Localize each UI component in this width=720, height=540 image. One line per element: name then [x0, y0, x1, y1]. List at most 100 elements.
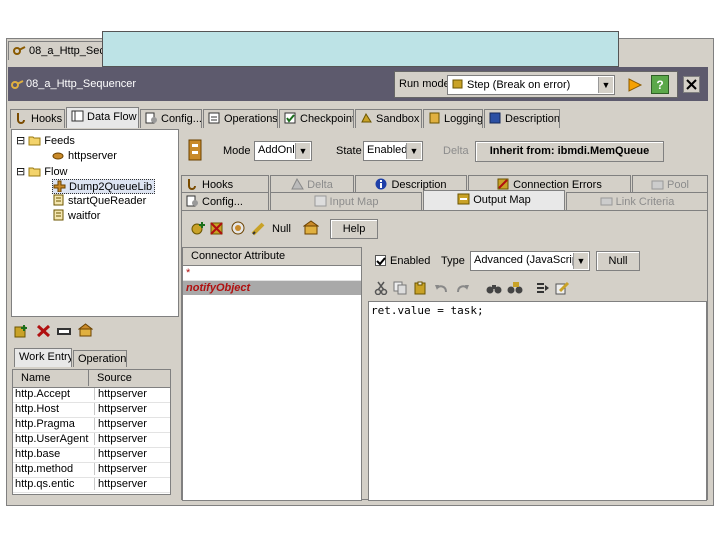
map-icon: [314, 195, 327, 207]
redo-icon[interactable]: [456, 281, 470, 298]
add-component-icon[interactable]: [14, 324, 29, 341]
type-select[interactable]: Advanced (JavaScript) ▼: [470, 251, 590, 271]
cell-source: httpserver: [98, 448, 147, 460]
tab-hooks[interactable]: Hooks: [10, 109, 65, 128]
chevron-down-icon: ▼: [295, 143, 310, 159]
enabled-checkbox[interactable]: [375, 255, 386, 266]
state-select[interactable]: Enabled ▼: [363, 141, 423, 161]
close-icon[interactable]: [683, 76, 700, 93]
help-button[interactable]: Help: [330, 219, 378, 239]
flow-tree: ⊟ Feeds httpserver ⊟ Flow Dump2QueueLib …: [11, 129, 179, 317]
tab-bottom-operations[interactable]: Operations: [73, 350, 127, 367]
page-title: 08_a_Http_Sequencer: [26, 78, 137, 90]
paste-icon[interactable]: [413, 281, 427, 298]
map-icon: [457, 193, 470, 205]
type-value: Advanced (JavaScript): [474, 254, 585, 266]
attribute-list: Connector Attribute * notifyObject: [182, 247, 362, 501]
tab-work-entry[interactable]: Work Entry: [14, 348, 72, 367]
inherit-button[interactable]: Inherit from: ibmdi.MemQueue: [475, 141, 664, 162]
script-editor[interactable]: ret.value = task;: [368, 301, 707, 501]
document-tab[interactable]: 08_a_Http_Secu: [8, 41, 106, 60]
edit-script-icon[interactable]: [555, 281, 570, 298]
conn-tab-hooks[interactable]: Hooks: [181, 175, 269, 192]
script-text[interactable]: ret.value = task;: [371, 304, 484, 317]
library-icon[interactable]: [302, 220, 320, 239]
table-row[interactable]: http.Accept httpserver: [13, 388, 170, 403]
pool-icon: [651, 178, 664, 190]
cell-source: httpserver: [98, 433, 147, 445]
column-header-source[interactable]: Source: [89, 370, 132, 386]
collapse-icon: ⊟: [16, 135, 26, 147]
connector-icon: [52, 149, 65, 161]
link-icon: [600, 195, 613, 207]
cell-name: http.method: [13, 463, 95, 475]
type-label: Type: [441, 255, 465, 267]
info-icon: [375, 178, 388, 190]
tab-checkpoint[interactable]: Checkpoint: [279, 109, 354, 128]
checkpoint-icon: [284, 112, 297, 124]
run-mode-select[interactable]: Step (Break on error) ▼: [447, 75, 615, 95]
key-icon: [11, 78, 24, 90]
find-icon[interactable]: [486, 281, 502, 298]
tree-item-startquereader[interactable]: startQueReader: [52, 194, 146, 207]
chevron-down-icon: ▼: [598, 77, 613, 93]
cell-name: http.UserAgent: [13, 433, 95, 445]
config-icon: [145, 112, 158, 124]
table-row[interactable]: http.Host httpserver: [13, 403, 170, 418]
folder-icon: [28, 134, 41, 146]
attribute-list-header[interactable]: Connector Attribute: [183, 248, 361, 266]
document-tab-label: 08_a_Http_Secu: [29, 45, 106, 57]
table-row[interactable]: http.qs.entic httpserver: [13, 478, 170, 493]
tab-sandbox[interactable]: Sandbox: [355, 109, 422, 128]
run-mode-value: Step (Break on error): [467, 79, 571, 91]
state-value: Enabled: [367, 144, 408, 156]
mode-select[interactable]: AddOnly ▼: [254, 141, 312, 161]
column-header-name[interactable]: Name: [13, 370, 89, 386]
table-row[interactable]: http.UserAgent httpserver: [13, 433, 170, 448]
attribute-row-star[interactable]: *: [183, 266, 361, 281]
schema-icon[interactable]: [231, 221, 246, 239]
pencil-icon[interactable]: [251, 221, 266, 239]
tab-description[interactable]: Description: [484, 109, 560, 128]
table-row[interactable]: http.method httpserver: [13, 463, 170, 478]
key-icon: [13, 44, 26, 56]
tab-config[interactable]: Config...: [140, 109, 202, 128]
conn-tab-output-map[interactable]: Output Map: [423, 190, 565, 210]
null-label[interactable]: Null: [272, 223, 291, 235]
conn-tab-pool[interactable]: Pool: [632, 175, 708, 192]
tab-data-flow[interactable]: Data Flow: [66, 107, 139, 128]
tree-item-dump2queuelib[interactable]: Dump2QueueLib: [52, 179, 156, 194]
delete-icon[interactable]: [36, 324, 51, 341]
undo-icon[interactable]: [434, 281, 448, 298]
attribute-row-selected[interactable]: notifyObject: [183, 281, 361, 295]
replace-icon[interactable]: [507, 281, 523, 298]
tab-logging[interactable]: Logging: [423, 109, 483, 128]
remove-attribute-icon[interactable]: [209, 221, 225, 239]
tree-folder-flow[interactable]: ⊟ Flow: [16, 165, 68, 178]
run-button[interactable]: [627, 77, 643, 96]
connector-icon: [187, 139, 205, 164]
tab-operations[interactable]: Operations: [203, 109, 278, 128]
null-button[interactable]: Null: [596, 251, 640, 271]
conn-tab-config[interactable]: Config...: [181, 192, 269, 210]
operations-icon: [208, 112, 221, 124]
goto-line-icon[interactable]: [535, 281, 550, 298]
delta-icon: [291, 177, 305, 190]
add-attribute-icon[interactable]: [190, 221, 206, 239]
conn-tab-input-map[interactable]: Input Map: [270, 192, 422, 210]
table-row[interactable]: http.Pragma httpserver: [13, 418, 170, 433]
table-row[interactable]: http.base httpserver: [13, 448, 170, 463]
data-flow-icon: [71, 110, 84, 122]
library-icon[interactable]: [77, 323, 94, 341]
state-label: State: [336, 145, 362, 157]
cut-icon[interactable]: [374, 281, 388, 298]
tree-item-httpserver[interactable]: httpserver: [52, 149, 117, 162]
rename-icon[interactable]: [56, 324, 72, 341]
tree-folder-feeds[interactable]: ⊟ Feeds: [16, 134, 75, 147]
tree-item-waitfor[interactable]: waitfor: [52, 209, 100, 222]
conn-tab-link-criteria[interactable]: Link Criteria: [566, 192, 708, 210]
conn-tab-delta[interactable]: Delta: [270, 175, 354, 192]
help-icon[interactable]: ?: [651, 75, 669, 94]
hook-icon: [186, 178, 199, 190]
copy-icon[interactable]: [393, 281, 407, 298]
